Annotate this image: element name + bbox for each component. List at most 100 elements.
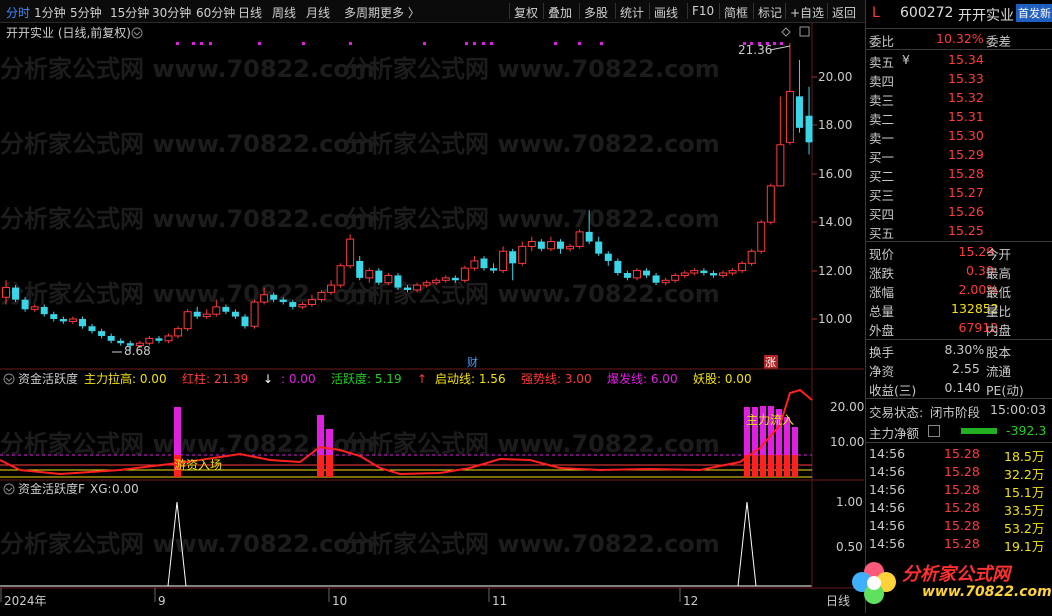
candle-body: [404, 287, 412, 290]
indicator1-item-6: 启动线: 1.56: [435, 372, 506, 386]
date-axis-label: 11: [492, 594, 507, 608]
sell-price: 15.31: [948, 109, 984, 124]
red-bar: [768, 455, 774, 477]
toolbar-tab-1[interactable]: 1分钟: [34, 4, 66, 21]
signal-dot: [473, 42, 476, 45]
toolbar-tab-10[interactable]: 更多 〉: [380, 4, 420, 21]
toolbar-btn-0[interactable]: 复权: [514, 4, 538, 21]
candle-body: [595, 241, 603, 254]
candle-body: [480, 258, 488, 269]
candle-body: [776, 144, 785, 187]
toolbar-btn-6[interactable]: 简框: [724, 4, 748, 21]
toolbar-tab-8[interactable]: 月线: [306, 4, 330, 21]
toolbar-divider: [579, 3, 580, 19]
chart-area[interactable]: 分析家公式网 www.70822.com 分析家公式网 www.70822.com…: [0, 22, 864, 613]
net-label: 主力净额: [869, 426, 920, 441]
stat-label: 外盘: [869, 323, 895, 338]
candle-body: [40, 306, 48, 315]
candle-body: [107, 335, 115, 341]
indicator2-name[interactable]: 资金活跃度F: [18, 481, 85, 496]
stat2-label-2: 股本: [986, 345, 1012, 360]
toolbar-btn-7[interactable]: 标记: [758, 4, 782, 21]
low-price-label: 8.68: [124, 344, 151, 358]
candle-body: [346, 238, 355, 267]
toolbar-tab-9[interactable]: 多周期: [344, 4, 380, 21]
candle-body: [279, 299, 287, 303]
candle-body: [289, 302, 297, 307]
toolbar-tab-0[interactable]: 分时: [6, 4, 30, 21]
signal-dot: [200, 42, 203, 45]
youzi-note: 游资入场: [174, 458, 222, 472]
chart-settings-icon[interactable]: [131, 27, 143, 39]
toolbar-tab-7[interactable]: 周线: [272, 4, 296, 21]
sell-row: 卖三 15.32: [866, 89, 1052, 108]
indicator1-item-5: ↑: [417, 372, 427, 386]
toolbar-tab-5[interactable]: 60分钟: [196, 4, 235, 21]
candle-body: [585, 231, 593, 242]
candle-body: [336, 265, 345, 286]
date-axis-label: 2024年: [4, 594, 47, 608]
list-icon[interactable]: [928, 425, 940, 437]
candle-body: [98, 331, 106, 336]
stat-row: 总量 132852 量比: [866, 300, 1052, 319]
toolbar-divider: [509, 3, 510, 19]
limit-up-marker[interactable]: 涨: [765, 356, 776, 369]
weibi-value: 10.32%: [936, 31, 984, 46]
signal-dot: [600, 42, 603, 45]
buy-row: 买三 15.27: [866, 184, 1052, 203]
finance-marker[interactable]: 财: [467, 355, 478, 369]
sell-label: 卖三: [869, 93, 895, 108]
toolbar-divider: [543, 3, 544, 19]
toolbar-tab-3[interactable]: 15分钟: [110, 4, 149, 21]
toolbar-btn-4[interactable]: 画线: [654, 4, 678, 21]
toolbar-btn-2[interactable]: 多股: [584, 4, 608, 21]
candle-body: [680, 272, 689, 276]
candle-body: [68, 318, 77, 322]
toolbar-btn-3[interactable]: 统计: [620, 4, 644, 21]
tick-time: 14:56: [869, 500, 906, 515]
tick-row: 14:56 15.28 32.2万: [866, 463, 1052, 482]
tick-time: 14:56: [869, 482, 906, 497]
candle-body: [700, 270, 708, 274]
xg-spike-2: [737, 501, 757, 587]
toolbar-btn-1[interactable]: 叠加: [548, 4, 572, 21]
candle-body: [2, 287, 10, 298]
toolbar-divider: [827, 3, 828, 19]
stat-row: 外盘 67912 内盘: [866, 319, 1052, 338]
candle-body: [537, 241, 545, 249]
indicator1-item-8: 爆发线: 6.00: [607, 371, 678, 386]
watermark-text: 分析家公式网 www.70822.com: [0, 130, 375, 158]
indicator1-name[interactable]: 资金活跃度: [18, 371, 78, 386]
tick-row: 14:56 15.28 15.1万: [866, 481, 1052, 500]
toolbar-tab-2[interactable]: 5分钟: [70, 4, 102, 21]
stat-label-2: 最高: [986, 266, 1012, 281]
candle-body: [604, 253, 612, 261]
candle-body: [231, 311, 239, 317]
toolbar-tab-4[interactable]: 30分钟: [152, 4, 191, 21]
candle-body: [50, 314, 58, 319]
signal-dot: [743, 42, 746, 45]
toolbar-btn-8[interactable]: +自选: [790, 4, 824, 21]
candle-body: [327, 284, 336, 293]
toolbar-btn-5[interactable]: F10: [692, 4, 714, 18]
watermark-text: 分析家公式网 www.70822.com: [0, 205, 375, 233]
stat-label: 总量: [869, 304, 895, 319]
stock-name: 开开实业: [958, 8, 1014, 24]
candle-body: [59, 319, 67, 322]
candle-body: [212, 306, 221, 315]
currency-icon: ¥: [902, 52, 910, 67]
market-code: L: [872, 5, 880, 21]
price-axis-label: 16.00: [818, 167, 852, 181]
candle-body: [747, 250, 756, 264]
stat2-label-2: PE(动): [986, 383, 1024, 398]
toolbar-btn-9[interactable]: 返回: [832, 4, 856, 21]
candle-body: [145, 337, 154, 344]
first-issue-tag[interactable]: 首发新: [1016, 4, 1052, 22]
candle-body: [260, 294, 269, 303]
chart-expand-icon[interactable]: [799, 26, 810, 37]
indicator1-settings-icon[interactable]: [3, 373, 15, 385]
candle-body: [709, 273, 717, 276]
candle-body: [88, 326, 96, 332]
candle-body: [499, 250, 508, 272]
toolbar-tab-6[interactable]: 日线: [238, 4, 262, 21]
